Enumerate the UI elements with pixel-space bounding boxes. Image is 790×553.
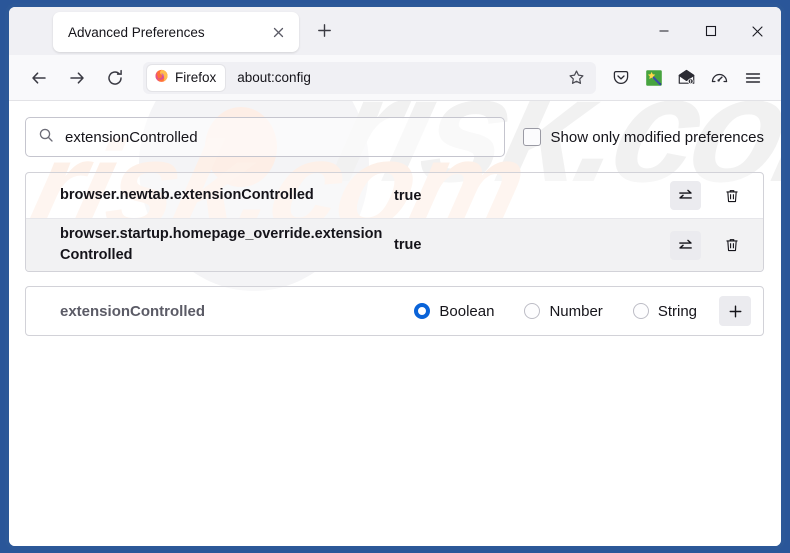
back-arrow-icon[interactable] [23, 62, 55, 94]
new-tab-button[interactable] [311, 17, 337, 43]
minimize-button[interactable] [640, 9, 687, 53]
address-bar[interactable]: Firefox about:config [143, 61, 596, 94]
preference-value: true [394, 237, 422, 254]
search-input[interactable]: extensionControlled [25, 117, 505, 157]
tab-bar: Advanced Preferences [9, 7, 781, 55]
toggle-icon[interactable] [670, 181, 701, 210]
radio-option-string[interactable]: String [632, 302, 697, 320]
pocket-icon[interactable] [604, 62, 637, 94]
browser-window: Advanced Preferences Firefox about:confi… [5, 3, 785, 550]
table-row[interactable]: browser.startup.homepage_override.extens… [26, 218, 763, 272]
show-modified-checkbox-row[interactable]: Show only modified preferences [522, 128, 764, 146]
radio-number-label: Number [549, 302, 603, 320]
forward-arrow-icon[interactable] [61, 62, 93, 94]
show-modified-label: Show only modified preferences [550, 128, 764, 146]
firefox-logo-icon [154, 68, 169, 88]
type-radio-group: Boolean Number String [414, 303, 697, 320]
close-window-button[interactable] [734, 9, 781, 53]
search-input-value[interactable]: extensionControlled [65, 129, 198, 146]
radio-string-indicator[interactable] [632, 303, 649, 320]
url-text[interactable]: about:config [237, 70, 562, 85]
table-row[interactable]: browser.newtab.extensionControlled true [26, 173, 763, 218]
firefox-brand-label: Firefox [175, 70, 217, 85]
mail-icon[interactable] [670, 62, 703, 94]
preference-value: true [394, 187, 422, 204]
firefox-brand-chip: Firefox [147, 64, 226, 91]
window-controls [640, 7, 781, 55]
star-icon[interactable] [562, 64, 590, 92]
trash-icon[interactable] [716, 231, 747, 260]
radio-number-indicator[interactable] [524, 303, 541, 320]
preference-name: browser.startup.homepage_override.extens… [60, 226, 383, 264]
radio-boolean-label: Boolean [439, 302, 495, 320]
search-icon [38, 127, 54, 148]
radio-string-label: String [657, 302, 697, 320]
browser-tab[interactable]: Advanced Preferences [53, 12, 299, 52]
navigation-toolbar: Firefox about:config [9, 55, 781, 101]
speedometer-icon[interactable] [703, 62, 736, 94]
hamburger-menu-icon[interactable] [736, 62, 769, 94]
preference-name: browser.newtab.extensionControlled [60, 186, 314, 203]
search-row: extensionControlled Show only modified p… [25, 117, 764, 157]
page-content: risk.com risk.com extensionControlled Sh… [9, 101, 781, 546]
extension-icon[interactable] [637, 62, 670, 94]
about-config-page: extensionControlled Show only modified p… [9, 101, 781, 337]
close-tab-icon[interactable] [267, 21, 289, 43]
show-modified-checkbox[interactable] [522, 128, 541, 146]
trash-icon[interactable] [716, 181, 747, 210]
toolbar-extensions [604, 62, 769, 94]
maximize-button[interactable] [687, 9, 734, 53]
radio-boolean-indicator[interactable] [414, 303, 431, 320]
preferences-list: browser.newtab.extensionControlled true [25, 172, 764, 273]
toggle-icon[interactable] [670, 230, 701, 260]
tab-title: Advanced Preferences [68, 24, 205, 40]
add-preference-row: extensionControlled Boolean Number Strin… [25, 286, 764, 337]
reload-icon[interactable] [99, 62, 131, 94]
radio-option-boolean[interactable]: Boolean [414, 303, 494, 320]
new-preference-name: extensionControlled [60, 302, 206, 320]
add-preference-button[interactable] [719, 296, 751, 327]
radio-option-number[interactable]: Number [524, 302, 603, 320]
